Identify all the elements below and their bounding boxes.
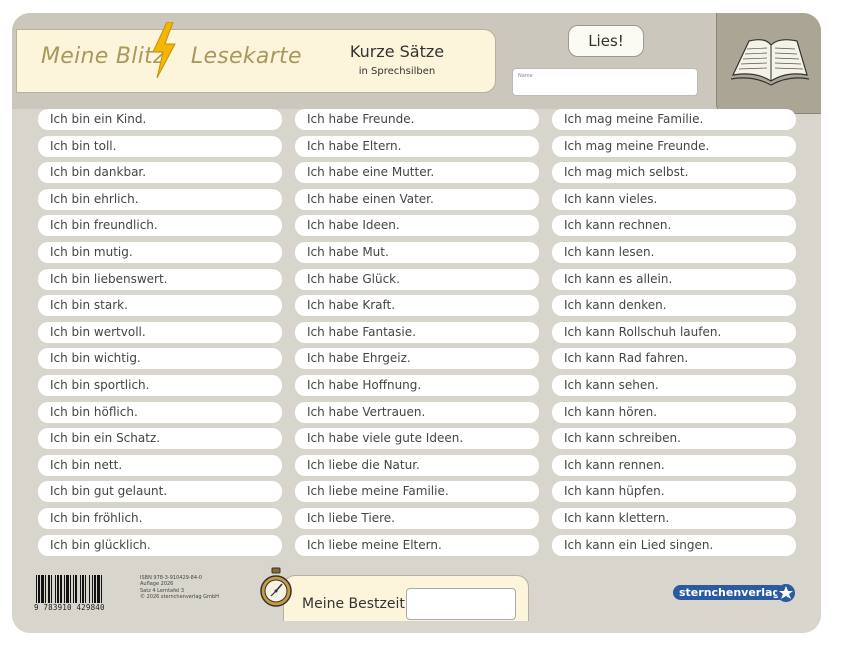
sentence-row: Ich kann Rollschuh laufen. bbox=[552, 321, 796, 343]
sentence-row: Ich kann hören. bbox=[552, 401, 796, 423]
sentence-row: Ich liebe die Natur. bbox=[295, 454, 539, 476]
sentence-row: Ich kann es allein. bbox=[552, 268, 796, 290]
sentence-row: Ich habe eine Mutter. bbox=[295, 162, 539, 184]
sentence-row: Ich bin liebenswert. bbox=[38, 268, 282, 290]
sentence-row: Ich bin wichtig. bbox=[38, 348, 282, 370]
sentence-row: Ich mag meine Freunde. bbox=[552, 135, 796, 157]
name-label: Name bbox=[518, 73, 533, 79]
sentence-row: Ich bin stark. bbox=[38, 295, 282, 317]
sentence-row: Ich habe Fantasie. bbox=[295, 321, 539, 343]
best-time-panel: Meine Bestzeit bbox=[283, 575, 529, 621]
sentence-row: Ich bin ein Kind. bbox=[38, 109, 282, 130]
sentence-row: Ich bin sportlich. bbox=[38, 374, 282, 396]
sentence-row: Ich habe Vertrauen. bbox=[295, 401, 539, 423]
sentence-row: Ich bin höflich. bbox=[38, 401, 282, 423]
lies-badge: Lies! bbox=[568, 25, 644, 57]
sentence-row: Ich habe Hoffnung. bbox=[295, 374, 539, 396]
sentence-column-1: Ich bin ein Kind. Ich bin toll. Ich bin da… bbox=[38, 109, 282, 561]
subtitle: Kurze Sätze bbox=[349, 42, 445, 61]
sentence-column-2: Ich habe Freunde. Ich habe Eltern. Ich hab… bbox=[295, 109, 539, 561]
sentence-row: Ich habe Mut. bbox=[295, 241, 539, 263]
publisher-badge: sternchenverlag bbox=[673, 585, 787, 600]
barcode-icon bbox=[36, 575, 102, 603]
sentence-row: Ich mag meine Familie. bbox=[552, 109, 796, 130]
sentence-row: Ich bin wertvoll. bbox=[38, 321, 282, 343]
sentence-row: Ich bin nett. bbox=[38, 454, 282, 476]
barcode-number: 9 783910 429840 bbox=[34, 603, 105, 612]
sentence-row: Ich kann schreiben. bbox=[552, 428, 796, 450]
sentence-row: Ich habe Ehrgeiz. bbox=[295, 348, 539, 370]
sentence-column-3: Ich mag meine Familie. Ich mag meine Freu… bbox=[552, 109, 796, 561]
sentence-row: Ich kann vieles. bbox=[552, 188, 796, 210]
book-panel bbox=[716, 13, 821, 114]
sentence-row: Ich bin dankbar. bbox=[38, 162, 282, 184]
sentence-row: Ich liebe Tiere. bbox=[295, 507, 539, 529]
isbn-line: © 2026 sternchenverlag GmbH bbox=[140, 593, 219, 600]
sentence-row: Ich bin ein Schatz. bbox=[38, 428, 282, 450]
stopwatch-icon bbox=[260, 567, 292, 607]
sentence-row: Ich liebe meine Eltern. bbox=[295, 534, 539, 556]
sentence-row: Ich kann rechnen. bbox=[552, 215, 796, 237]
sentence-row: Ich bin glücklich. bbox=[38, 534, 282, 556]
name-field[interactable]: Name bbox=[512, 68, 698, 96]
subtitle-sub: in Sprechsilben bbox=[358, 66, 436, 77]
lightning-bolt-icon bbox=[152, 22, 176, 78]
sentence-row: Ich kann sehen. bbox=[552, 374, 796, 396]
sentence-row: Ich liebe meine Familie. bbox=[295, 481, 539, 503]
sentence-row: Ich habe Ideen. bbox=[295, 215, 539, 237]
sentence-row: Ich kann Rad fahren. bbox=[552, 348, 796, 370]
sentence-row: Ich kann hüpfen. bbox=[552, 481, 796, 503]
logo-word-1: Meine Blitz bbox=[41, 44, 165, 69]
open-book-icon bbox=[730, 39, 810, 86]
sentence-row: Ich habe Kraft. bbox=[295, 295, 539, 317]
sentence-row: Ich kann denken. bbox=[552, 295, 796, 317]
sentence-row: Ich kann rennen. bbox=[552, 454, 796, 476]
sentence-row: Ich bin toll. bbox=[38, 135, 282, 157]
sentence-row: Ich bin fröhlich. bbox=[38, 507, 282, 529]
sentence-row: Ich bin freundlich. bbox=[38, 215, 282, 237]
sentence-row: Ich mag mich selbst. bbox=[552, 162, 796, 184]
star-icon bbox=[777, 584, 795, 602]
sentence-row: Ich bin mutig. bbox=[38, 241, 282, 263]
sentence-row: Ich habe einen Vater. bbox=[295, 188, 539, 210]
sentence-row: Ich kann klettern. bbox=[552, 507, 796, 529]
logo-word-2: Lesekarte bbox=[190, 44, 302, 69]
isbn-info: ISBN 978-3-910429-84-0 Auflage 2026 Satz… bbox=[140, 575, 219, 600]
title-panel: Meine Blitz Lesekarte Kurze Sätze in Spre… bbox=[16, 22, 496, 93]
sentence-row: Ich kann lesen. bbox=[552, 241, 796, 263]
sentence-row: Ich habe Glück. bbox=[295, 268, 539, 290]
sentence-row: Ich kann ein Lied singen. bbox=[552, 534, 796, 556]
best-time-label: Meine Bestzeit bbox=[302, 596, 405, 612]
sentence-row: Ich habe Freunde. bbox=[295, 109, 539, 130]
best-time-field[interactable] bbox=[406, 588, 516, 620]
sentence-row: Ich bin gut gelaunt. bbox=[38, 481, 282, 503]
sentence-row: Ich habe viele gute Ideen. bbox=[295, 428, 539, 450]
sentence-row: Ich habe Eltern. bbox=[295, 135, 539, 157]
barcode: 9 783910 429840 bbox=[34, 575, 134, 615]
sentence-row: Ich bin ehrlich. bbox=[38, 188, 282, 210]
